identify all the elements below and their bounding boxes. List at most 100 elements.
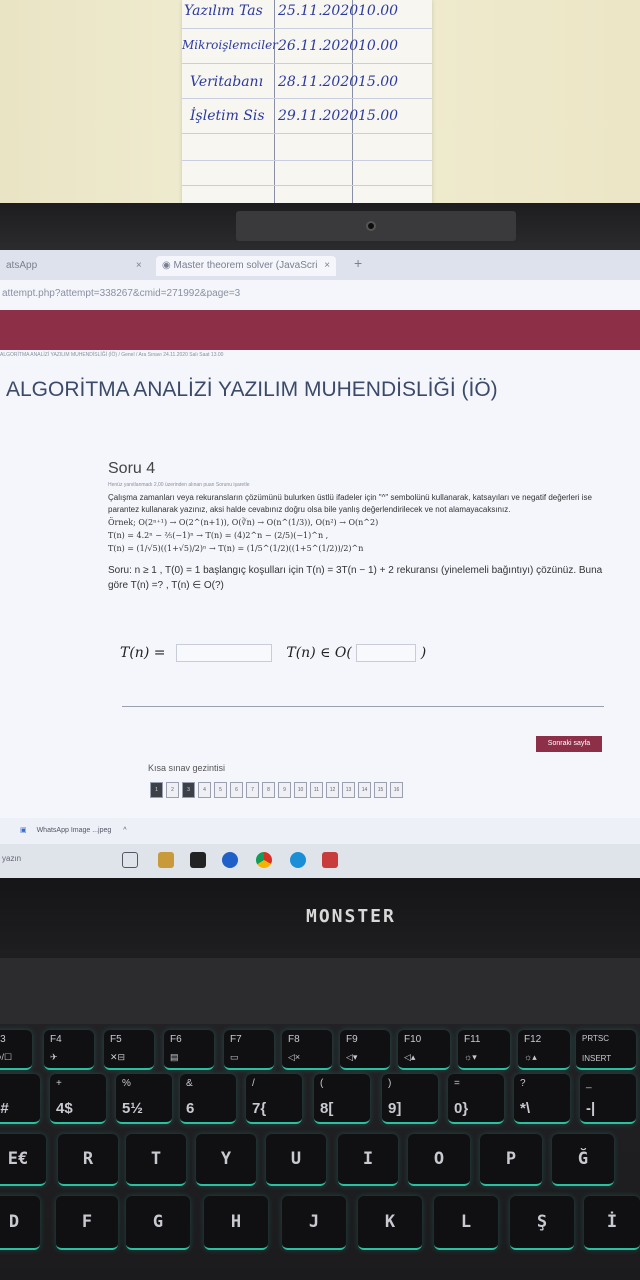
key-f8[interactable]: F8 ◁× [282, 1030, 332, 1070]
note-course: Veritabanı [190, 74, 264, 90]
download-file-name[interactable]: WhatsApp Image ...jpeg [37, 827, 112, 834]
question-meta[interactable]: Henüz yanıtlanmadı 2,00 üzerinden alınan… [108, 482, 608, 488]
key-h[interactable]: H [204, 1196, 268, 1250]
example-line: Örnek; O(2ⁿ⁺¹) → O(2^(n+1)), O(∛n) → O(n… [108, 518, 379, 527]
key-prtsc-insert[interactable]: PRTSC INSERT [576, 1030, 636, 1070]
taskbar-search[interactable]: yazın [2, 854, 21, 863]
key-9[interactable]: ) 9] [382, 1074, 438, 1124]
key-o[interactable]: O [408, 1134, 470, 1186]
image-file-icon: ▣ [20, 827, 27, 834]
tn-answer-input[interactable] [175, 644, 272, 662]
key-l[interactable]: L [434, 1196, 498, 1250]
key-8[interactable]: (8[ [314, 1074, 370, 1124]
quiz-nav-item[interactable]: 6 [230, 782, 243, 798]
laptop-screen: atsApp × ◉ Master theorem solver (JavaSc… [0, 250, 640, 878]
key-s-cedilla[interactable]: Ş [510, 1196, 574, 1250]
task-view-icon[interactable] [122, 852, 138, 868]
page-title: ALGORİTMA ANALİZİ YAZILIM MUHENDİSLİĞİ (… [6, 378, 498, 401]
quiz-nav-item[interactable]: 13 [342, 782, 355, 798]
paper-row-line [182, 63, 432, 64]
key-j[interactable]: J [282, 1196, 346, 1250]
quiz-nav-item[interactable]: 15 [374, 782, 387, 798]
chrome-icon[interactable] [256, 852, 272, 868]
key-f4[interactable]: F4 ✈ [44, 1030, 94, 1070]
terminal-icon[interactable] [190, 852, 206, 868]
key-i[interactable]: I [338, 1134, 398, 1186]
key-f5[interactable]: F5 ✕⊟ [104, 1030, 154, 1070]
key-f6[interactable]: F6 ▤ [164, 1030, 214, 1070]
key-y[interactable]: Y [196, 1134, 256, 1186]
teamviewer-icon[interactable] [222, 852, 238, 868]
quiz-nav-item[interactable]: 14 [358, 782, 371, 798]
paper-row-line [182, 133, 432, 134]
note-course: Yazılım Tas [184, 3, 263, 19]
address-bar[interactable]: attempt.php?attempt=338267&cmid=271992&p… [0, 280, 640, 308]
quiz-nav-item[interactable]: 5 [214, 782, 227, 798]
quiz-nav-item[interactable]: 8 [262, 782, 275, 798]
quiz-navigation: 1 2 3 4 5 6 7 8 9 10 11 12 13 14 15 16 [150, 782, 403, 798]
quiz-nav-item[interactable]: 12 [326, 782, 339, 798]
downloads-bar: ▣ WhatsApp Image ...jpeg ^ [0, 818, 640, 844]
quiz-nav-item[interactable]: 9 [278, 782, 291, 798]
edge-icon[interactable] [290, 852, 306, 868]
key-u[interactable]: U [266, 1134, 326, 1186]
quiz-nav-item[interactable]: 11 [310, 782, 323, 798]
key-f[interactable]: F [56, 1196, 118, 1250]
key-g-breve[interactable]: Ğ [552, 1134, 614, 1186]
key-0[interactable]: = 0} [448, 1074, 504, 1124]
quiz-nav-item[interactable]: 7 [246, 782, 259, 798]
key-6[interactable]: & 6 [180, 1074, 236, 1124]
chevron-up-icon[interactable]: ^ [123, 827, 126, 834]
key-f12[interactable]: F12 ☼▴ [518, 1030, 570, 1070]
big-o-answer-input[interactable] [356, 644, 417, 662]
key-f9[interactable]: F9 ◁▾ [340, 1030, 390, 1070]
quiz-navigation-title: Kısa sınav gezintisi [148, 763, 226, 773]
laptop-hinge [0, 958, 640, 1024]
close-tab-icon[interactable]: × [324, 260, 330, 271]
paper-column-line [352, 0, 353, 205]
key-asterisk[interactable]: ? *\ [514, 1074, 570, 1124]
quiz-nav-item[interactable]: 10 [294, 782, 307, 798]
key-f11[interactable]: F11 ☼▾ [458, 1030, 510, 1070]
file-explorer-icon[interactable] [158, 852, 174, 868]
new-tab-button[interactable]: + [348, 253, 368, 273]
tab-master-theorem[interactable]: ◉ Master theorem solver (JavaScri × [156, 256, 337, 276]
quiz-nav-item[interactable]: 2 [166, 782, 179, 798]
note-course: Mikroişlemciler [182, 38, 278, 52]
key-f3[interactable]: F3⊘/☐ [0, 1030, 32, 1070]
tab-whatsapp[interactable]: atsApp × [0, 256, 148, 276]
quiz-nav-item[interactable]: 3 [182, 782, 195, 798]
key-f7[interactable]: F7 ▭ [224, 1030, 274, 1070]
answer-close-paren: ) [420, 645, 427, 661]
key-k[interactable]: K [358, 1196, 422, 1250]
windows-taskbar: yazın [0, 844, 640, 878]
answer-label: T(n) ∈ O( [286, 645, 352, 661]
key-7[interactable]: /7{ [246, 1074, 302, 1124]
next-page-button[interactable]: Sonraki sayfa [536, 736, 602, 752]
key-d[interactable]: D [0, 1196, 40, 1250]
note-time: 15.00 [358, 108, 399, 124]
note-date: 26.11.2020 [278, 38, 359, 54]
quiz-nav-item[interactable]: 4 [198, 782, 211, 798]
key-4[interactable]: +4$ [50, 1074, 106, 1124]
key-g[interactable]: G [126, 1196, 190, 1250]
question-text: Soru: n ≥ 1 , T(0) = 1 başlangıç koşulla… [108, 565, 603, 591]
app-icon[interactable] [322, 852, 338, 868]
key-minus[interactable]: _ -| [580, 1074, 636, 1124]
quiz-nav-item[interactable]: 1 [150, 782, 163, 798]
key-r[interactable]: R [58, 1134, 118, 1186]
key-3[interactable]: ^3# [0, 1074, 40, 1124]
example-line: T(n) = (1/√5)((1+√5)/2)ⁿ → T(n) = (1/5^(… [108, 544, 364, 553]
key-p[interactable]: P [480, 1134, 542, 1186]
tab-label: atsApp [6, 260, 38, 271]
key-i-dotted[interactable]: İ [584, 1196, 640, 1250]
answer-label: T(n) = [120, 645, 166, 661]
breadcrumb[interactable]: ALGORİTMA ANALİZİ YAZILIM MUHENDİSLİĞİ (… [0, 352, 640, 358]
brand-logo: MONSTER [306, 906, 396, 927]
quiz-nav-item[interactable]: 16 [390, 782, 403, 798]
key-e[interactable]: E€ [0, 1134, 46, 1186]
close-tab-icon[interactable]: × [136, 260, 142, 271]
key-t[interactable]: T [126, 1134, 186, 1186]
key-5[interactable]: % 5½ [116, 1074, 172, 1124]
key-f10[interactable]: F10 ◁▴ [398, 1030, 450, 1070]
